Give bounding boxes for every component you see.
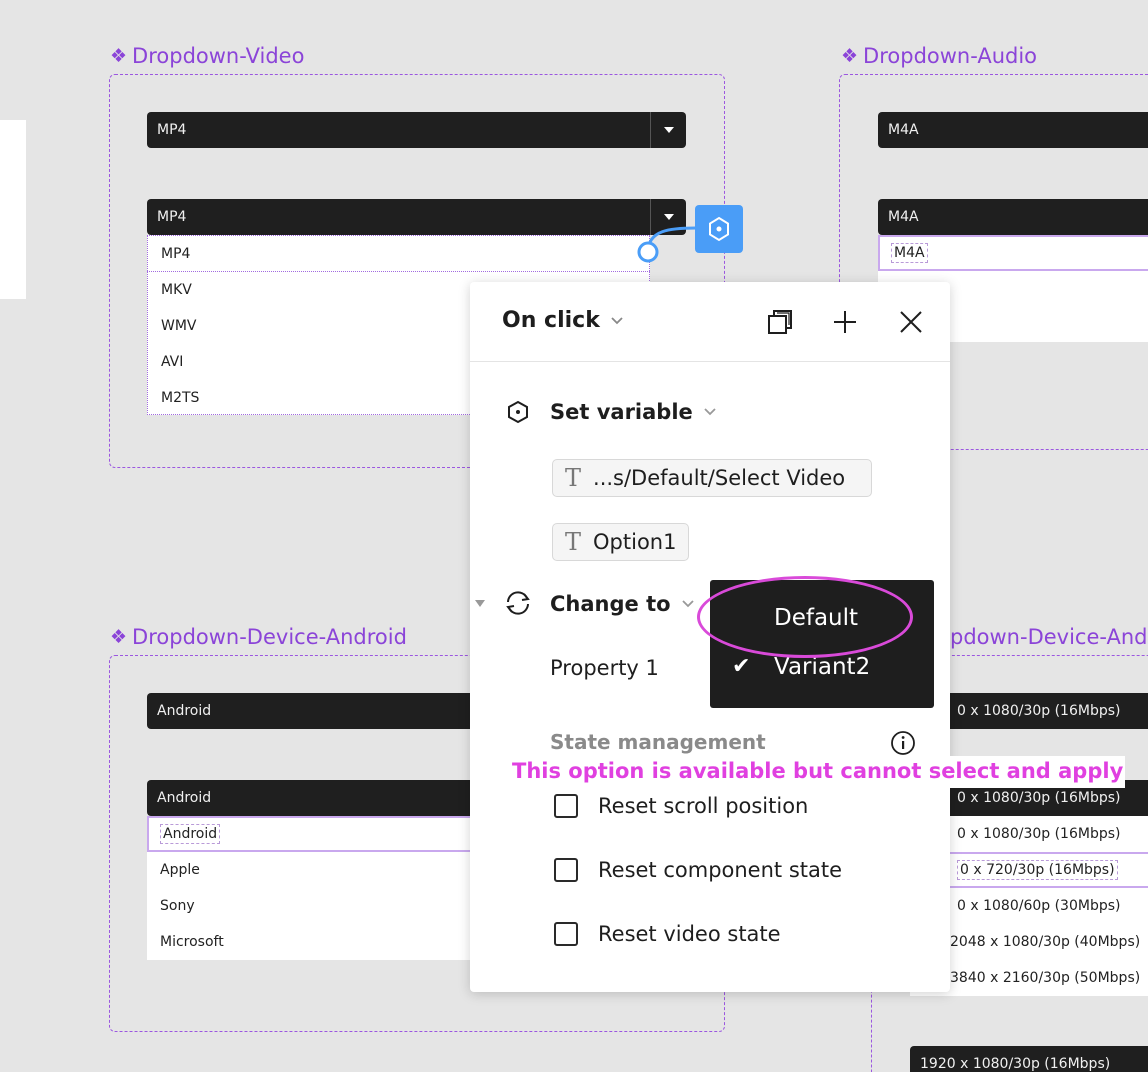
collapse-caret-icon[interactable] [475, 600, 485, 607]
chevron-down-icon [704, 408, 716, 416]
duplicate-icon[interactable] [766, 308, 794, 336]
dropdown-value: Android [157, 703, 212, 719]
component-title-android-2[interactable]: pdown-Device-Andr [950, 625, 1148, 649]
reset-component-option[interactable]: Reset component state [554, 858, 842, 882]
reset-scroll-option[interactable]: Reset scroll position [554, 794, 808, 818]
list-item[interactable]: M4A [878, 235, 1148, 271]
audio-dropdown-closed[interactable]: M4A [878, 112, 1148, 148]
component-title-text: Dropdown-Audio [863, 44, 1038, 68]
dropdown-value: 0 x 1080/30p (16Mbps) [957, 790, 1121, 806]
chevron-down-icon [611, 316, 623, 324]
hexagon-variable-icon [508, 400, 528, 424]
android2-dropdown-bottom[interactable]: 1920 x 1080/30p (16Mbps) [910, 1046, 1148, 1072]
component-title-text: pdown-Device-Andr [950, 625, 1148, 649]
annotation-ellipse [697, 576, 913, 658]
caret-down-icon[interactable] [650, 112, 686, 148]
plus-icon[interactable] [832, 309, 858, 335]
value-chip[interactable]: T Option1 [552, 523, 689, 561]
swap-icon [506, 591, 530, 615]
reset-video-option[interactable]: Reset video state [554, 922, 781, 946]
close-icon[interactable] [898, 309, 924, 335]
property-label: Property 1 [550, 656, 659, 680]
component-title-video[interactable]: ❖ Dropdown-Video [110, 44, 304, 68]
android-options-list: Android Apple Sony Microsoft [147, 816, 477, 960]
chevron-down-icon [681, 600, 694, 608]
trigger-select[interactable]: On click [502, 308, 624, 333]
checkbox[interactable] [554, 922, 578, 946]
list-item[interactable]: Sony [147, 888, 477, 924]
dropdown-value: 0 x 1080/30p (16Mbps) [957, 703, 1121, 719]
option-label: Reset scroll position [598, 794, 809, 818]
list-item[interactable]: Android [147, 816, 477, 852]
component-title-text: Dropdown-Video [132, 44, 305, 68]
variable-name: ...s/Default/Select Video [593, 466, 846, 490]
dropdown-value: 1920 x 1080/30p (16Mbps) [920, 1056, 1111, 1072]
component-title-audio[interactable]: ❖ Dropdown-Audio [841, 44, 1037, 68]
dropdown-value: M4A [888, 209, 919, 225]
check-icon: ✔ [732, 654, 751, 679]
list-item[interactable]: Apple [147, 852, 477, 888]
component-diamond-icon: ❖ [841, 45, 859, 67]
action-label: Set variable [550, 400, 693, 424]
list-item[interactable]: MP4 [148, 236, 649, 272]
set-variable-action[interactable]: Set variable [550, 400, 717, 424]
trigger-label: On click [502, 308, 600, 333]
dropdown-value: Android [157, 790, 212, 806]
component-title-text: Dropdown-Device-Android [132, 625, 407, 649]
selected-row-divider [147, 271, 650, 272]
checkbox[interactable] [554, 794, 578, 818]
info-icon[interactable] [890, 730, 916, 756]
component-title-android[interactable]: ❖ Dropdown-Device-Android [110, 625, 407, 649]
annotation-text: This option is available but cannot sele… [510, 756, 1126, 788]
action-label: Change to [550, 592, 671, 616]
hexagon-variable-icon [709, 216, 729, 242]
option-label: Variant2 [774, 654, 871, 680]
dropdown-value: M4A [888, 122, 919, 138]
text-variable-icon: T [565, 464, 582, 492]
option-label: Reset component state [598, 858, 843, 882]
variable-value: Option1 [593, 530, 677, 554]
state-management-label: State management [550, 730, 766, 754]
video-dropdown-open[interactable]: MP4 [147, 199, 686, 235]
canvas-white-strip [0, 120, 26, 299]
checkbox[interactable] [554, 858, 578, 882]
video-dropdown-closed[interactable]: MP4 [147, 112, 686, 148]
panel-header: On click [470, 282, 950, 362]
list-item[interactable]: Microsoft [147, 924, 477, 960]
change-to-action[interactable]: Change to [550, 592, 695, 616]
component-diamond-icon: ❖ [110, 626, 128, 648]
prototype-interaction-node[interactable] [695, 205, 743, 253]
component-diamond-icon: ❖ [110, 45, 128, 67]
dropdown-value: MP4 [157, 122, 187, 138]
option-label: Reset video state [598, 922, 781, 946]
audio-dropdown-open[interactable]: M4A [878, 199, 1148, 235]
text-variable-icon: T [565, 528, 582, 556]
variable-chip[interactable]: T ...s/Default/Select Video [552, 459, 872, 497]
dropdown-value: MP4 [157, 209, 187, 225]
